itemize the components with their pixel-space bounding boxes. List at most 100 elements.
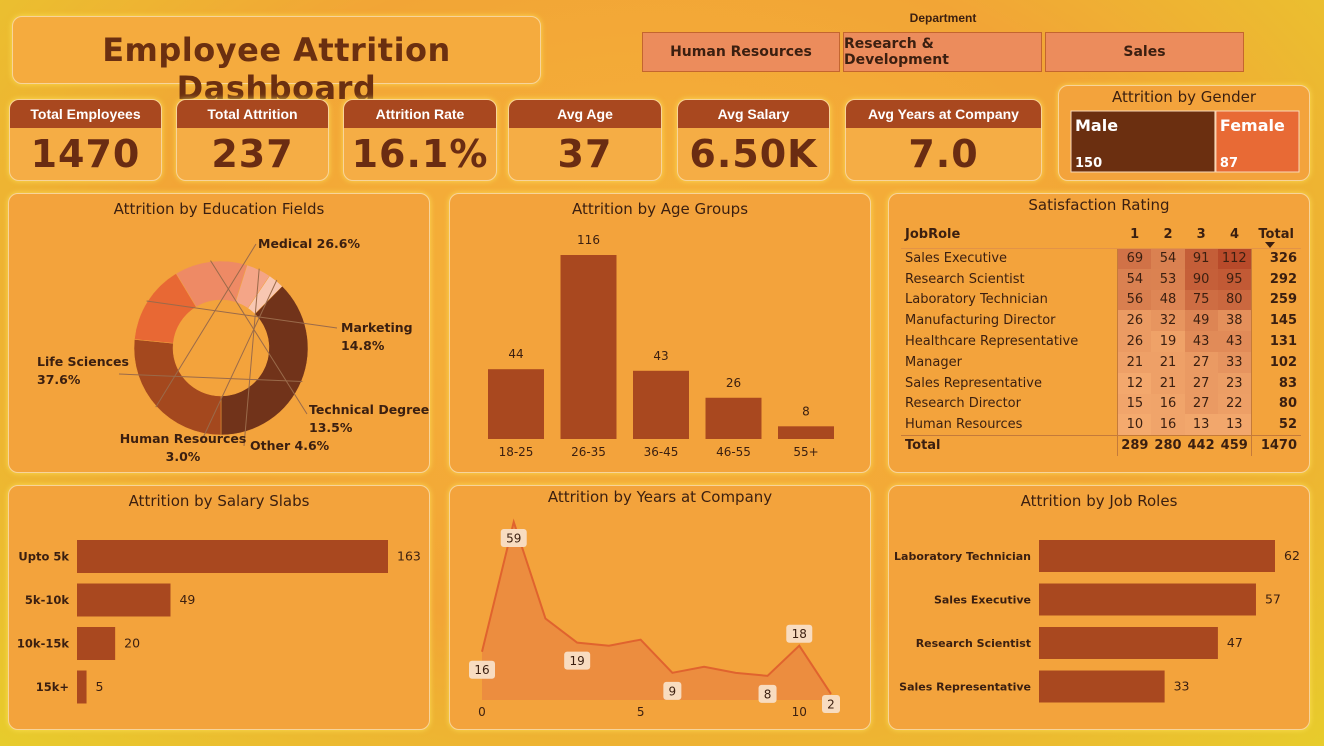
donut-label: Marketing	[341, 320, 413, 335]
col-header-2[interactable]: 2	[1151, 222, 1184, 248]
kpi-label: Total Employees	[10, 100, 161, 128]
sort-desc-icon	[1265, 242, 1276, 248]
table-cell-value: 21	[1151, 372, 1185, 394]
table-cell-role: Total	[901, 434, 1118, 456]
bar-value-label: 57	[1265, 592, 1281, 607]
table-cell-value: 48	[1151, 289, 1185, 311]
kpi-card-total-attrition: Total Attrition 237	[176, 99, 329, 181]
col-header-4[interactable]: 4	[1218, 222, 1252, 248]
table-cell-value: 53	[1151, 268, 1185, 290]
years-tick-label: 10	[792, 705, 807, 719]
years-data-label: 8	[764, 687, 772, 701]
donut-label: Human Resources	[120, 431, 247, 446]
department-button-human-resources[interactable]: Human Resources	[642, 32, 840, 72]
table-cell-value: 12	[1117, 372, 1152, 394]
salary-bar-2	[77, 627, 116, 660]
age-bar-value: 26	[726, 376, 741, 390]
table-cell-value: 27	[1184, 351, 1218, 373]
table-cell-value: 23	[1217, 372, 1252, 394]
table-cell-value: 19	[1151, 331, 1185, 352]
col-header-total-label: Total	[1258, 227, 1294, 243]
table-cell-total: 83	[1250, 372, 1301, 394]
table-cell-value: 21	[1117, 351, 1152, 373]
age-tick-label: 18-25	[499, 445, 534, 459]
satisfaction-table: JobRole 1 2 3 4 Total Sales Executive 69 5…	[901, 222, 1301, 456]
gender-tile-label: Female	[1220, 116, 1285, 135]
col-header-total[interactable]: Total	[1251, 222, 1301, 248]
department-button-research-development[interactable]: Research & Development	[843, 32, 1042, 72]
table-cell-total: 52	[1250, 414, 1301, 436]
table-cell-value: 13	[1184, 414, 1218, 436]
age-bar-value: 116	[577, 233, 600, 247]
department-slicer-label: Department	[909, 11, 977, 25]
table-cell-value: 10	[1117, 414, 1152, 436]
table-cell-total: 292	[1250, 268, 1301, 290]
bar-category-label: Upto 5k	[18, 550, 69, 564]
table-cell-value: 289	[1117, 434, 1152, 456]
age-bar-36-45	[633, 370, 689, 439]
col-header-jobrole[interactable]: JobRole	[901, 222, 1118, 248]
col-header-1[interactable]: 1	[1118, 222, 1152, 248]
table-cell-value: 54	[1151, 247, 1185, 269]
kpi-card-avg-years-at-company: Avg Years at Company 7.0	[845, 99, 1042, 181]
age-tick-label: 26-35	[571, 445, 606, 459]
jobrole-bar-chart: Laboratory Technician 62 Sales Executive 57…	[894, 540, 1300, 703]
table-cell-value: 69	[1117, 247, 1152, 269]
gender-tile-value: 87	[1220, 156, 1238, 171]
salary-bar-1	[77, 583, 171, 617]
bar-value-label: 5	[96, 679, 104, 694]
table-cell-value: 43	[1217, 331, 1252, 352]
table-header-row: JobRole 1 2 3 4 Total	[901, 222, 1301, 248]
table-cell-role: Sales Executive	[901, 247, 1118, 269]
kpi-value: 7.0	[908, 132, 979, 176]
kpi-value: 1470	[30, 132, 141, 176]
satisfaction-rating-panel: Satisfaction Rating JobRole 1 2 3 4 Tota…	[888, 193, 1310, 473]
kpi-label: Avg Age	[509, 100, 661, 128]
bar-value-label: 20	[124, 636, 140, 651]
attrition-by-years-panel: Attrition by Years at Company 16 59 19 9 8 18…	[449, 485, 871, 730]
table-cell-value: 54	[1117, 268, 1152, 290]
donut-label: 37.6%	[37, 372, 81, 387]
bar-value-label: 62	[1284, 548, 1300, 563]
kpi-value: 6.50K	[689, 132, 818, 176]
table-cell-total: 1470	[1250, 434, 1301, 456]
bar-value-label: 33	[1174, 679, 1190, 694]
donut-slice-life-sciences	[220, 285, 309, 436]
age-bar-chart: 44 18-25 116 26-35 43 36-45 26 46-55 8 55+	[488, 233, 834, 459]
gender-treemap: Male 150 Female 87	[1070, 110, 1300, 173]
table-row: Research Scientist 54 53 90 95 292	[901, 268, 1301, 290]
table-cell-role: Manager	[905, 354, 962, 370]
bar-category-label: 10k-15k	[17, 637, 69, 651]
table-cell-value: 43	[1184, 331, 1218, 352]
table-cell-value: 459	[1217, 434, 1252, 456]
jobrole-bar-3	[1039, 670, 1165, 703]
kpi-label: Attrition Rate	[344, 100, 496, 128]
table-cell-value: 27	[1184, 372, 1218, 394]
table-cell-value: 22	[1217, 393, 1252, 415]
col-header-3[interactable]: 3	[1185, 222, 1218, 248]
attrition-by-jobrole-panel: Attrition by Job Roles Laboratory Techni…	[888, 485, 1310, 730]
attrition-by-salary-panel: Attrition by Salary Slabs Upto 5k 163 5k-1…	[8, 485, 430, 730]
table-cell-value: 49	[1184, 310, 1218, 332]
education-donut-chart: Life Sciences 37.6% Medical 26.6% Marketing…	[37, 236, 429, 464]
age-bar-55+	[778, 426, 834, 439]
bar-value-label: 163	[397, 549, 421, 564]
age-tick-label: 55+	[793, 445, 818, 459]
bar-value-label: 47	[1227, 635, 1243, 650]
age-tick-label: 46-55	[716, 445, 751, 459]
table-cell-value: 27	[1184, 393, 1218, 415]
attrition-by-education-panel: Attrition by Education Fields Life Scien…	[8, 193, 430, 473]
table-total-row: Total 289 280 442 459 1470	[901, 434, 1301, 456]
table-row: Research Director 15 16 27 22 80	[901, 393, 1301, 415]
department-button-sales[interactable]: Sales	[1045, 32, 1244, 72]
donut-label: Technical Degree	[309, 402, 429, 417]
table-cell-value: 33	[1217, 351, 1252, 373]
table-row: Laboratory Technician 56 48 75 80 259	[901, 289, 1301, 311]
table-cell-value: 90	[1184, 268, 1218, 290]
table-row: Sales Executive 69 54 91 112 326	[901, 247, 1301, 269]
table-cell-value: 13	[1217, 414, 1252, 436]
jobrole-bar-2	[1039, 627, 1218, 659]
salary-bar-3	[77, 670, 87, 704]
kpi-label: Avg Salary	[678, 100, 829, 128]
bar-category-label: 15k+	[36, 680, 69, 694]
